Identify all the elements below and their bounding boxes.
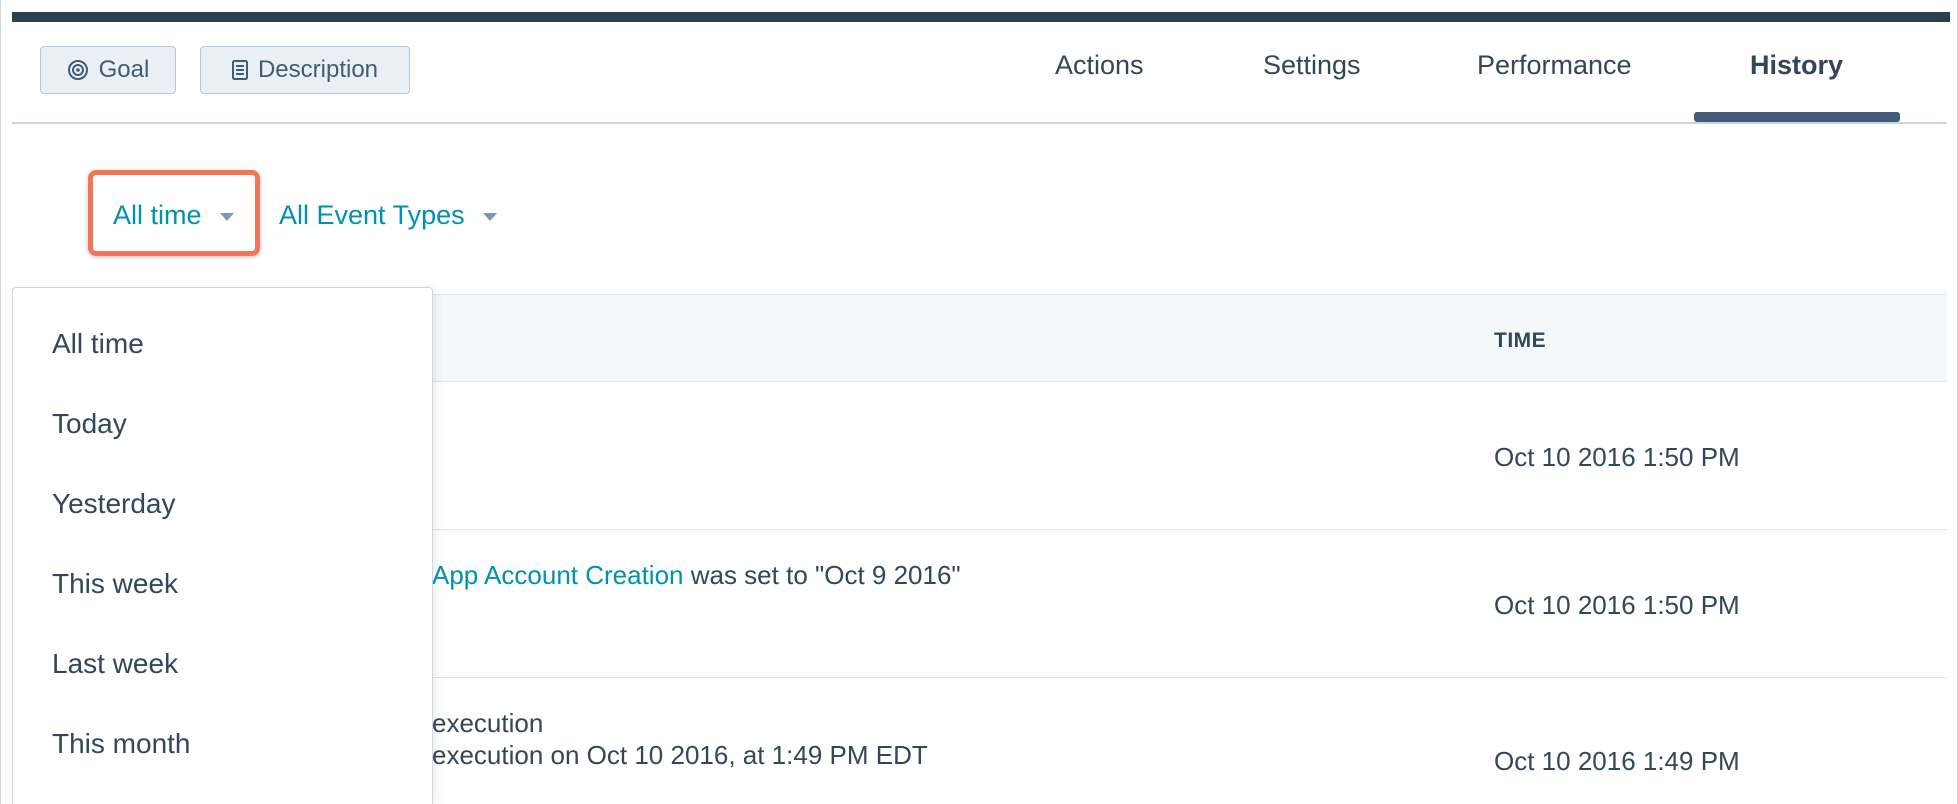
event-property-link[interactable]: App Account Creation <box>432 560 684 590</box>
event-description-line-1: execution <box>432 708 544 738</box>
row-time: Oct 10 2016 1:50 PM <box>1494 442 1740 472</box>
dropdown-option-all-time[interactable]: All time <box>52 328 144 360</box>
target-icon <box>67 59 89 81</box>
dropdown-option-this-month[interactable]: This month <box>52 728 191 760</box>
column-header-time: TIME <box>1494 329 1547 352</box>
tab-performance[interactable]: Performance <box>1477 50 1632 81</box>
event-types-filter[interactable]: All Event Types <box>279 200 497 231</box>
dropdown-option-today[interactable]: Today <box>52 408 127 440</box>
caret-down-icon <box>482 213 497 221</box>
event-description: App Account Creation was set to "Oct 9 2… <box>432 560 961 591</box>
time-range-dropdown-menu: All time Today Yesterday This week Last … <box>12 287 433 804</box>
top-header-bar <box>12 12 1950 22</box>
goal-button[interactable]: Goal <box>40 46 176 94</box>
tabs-divider <box>12 122 1947 124</box>
event-detail-text: was set to "Oct 9 2016" <box>683 560 961 590</box>
goal-button-label: Goal <box>98 56 150 83</box>
active-tab-indicator <box>1694 112 1900 122</box>
highlight-annotation <box>88 170 260 256</box>
tab-settings[interactable]: Settings <box>1263 50 1361 81</box>
document-icon <box>231 60 248 80</box>
dropdown-option-this-week[interactable]: This week <box>52 568 178 600</box>
window-frame-left <box>0 0 1 804</box>
dropdown-option-last-week[interactable]: Last week <box>52 648 178 680</box>
tab-actions[interactable]: Actions <box>1055 50 1144 81</box>
tab-history[interactable]: History <box>1750 50 1843 81</box>
description-button[interactable]: Description <box>200 46 410 94</box>
dropdown-option-yesterday[interactable]: Yesterday <box>52 488 176 520</box>
description-button-label: Description <box>257 56 379 83</box>
row-time: Oct 10 2016 1:49 PM <box>1494 746 1740 776</box>
event-types-filter-label: All Event Types <box>279 200 465 230</box>
row-time: Oct 10 2016 1:50 PM <box>1494 590 1740 620</box>
event-description-line-2: execution on Oct 10 2016, at 1:49 PM EDT <box>432 740 928 770</box>
